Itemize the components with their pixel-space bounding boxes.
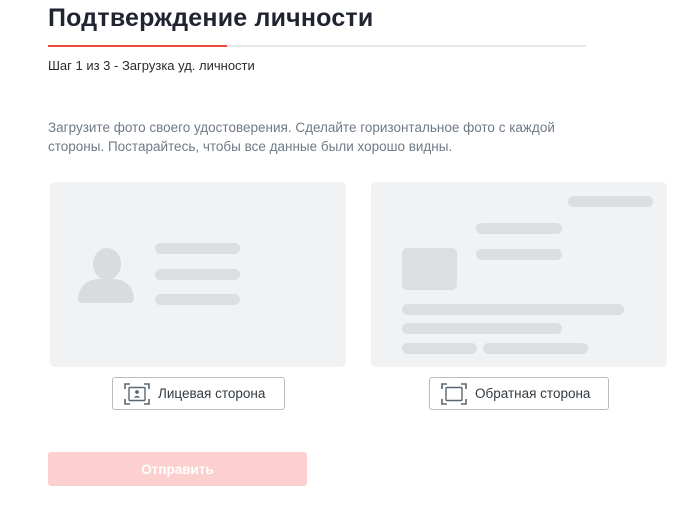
placeholder-line <box>402 323 562 334</box>
submit-button[interactable]: Отправить <box>48 452 307 486</box>
identity-verification-page: Подтверждение личности Шаг 1 из 3 - Загр… <box>0 0 675 505</box>
id-card-front-scan-icon <box>124 382 150 405</box>
back-side-button-label: Обратная сторона <box>475 386 591 401</box>
progress-bar <box>48 45 586 47</box>
placeholder-line <box>483 343 588 354</box>
placeholder-line <box>402 304 624 315</box>
step-label: Шаг 1 из 3 - Загрузка уд. личности <box>48 58 255 73</box>
placeholder-line <box>155 243 240 254</box>
back-side-placeholder <box>371 182 667 367</box>
placeholder-line <box>155 294 240 305</box>
placeholder-line <box>402 343 477 354</box>
id-card-back-scan-icon <box>441 382 467 405</box>
portrait-head-icon <box>93 248 121 280</box>
front-side-button[interactable]: Лицевая сторона <box>112 377 285 410</box>
page-title: Подтверждение личности <box>48 4 374 32</box>
front-side-placeholder <box>50 182 346 367</box>
portrait-body-icon <box>78 279 134 303</box>
front-side-button-label: Лицевая сторона <box>158 386 266 401</box>
instructions-text: Загрузите фото своего удостоверения. Сде… <box>48 120 555 154</box>
placeholder-line <box>476 223 562 234</box>
back-side-button[interactable]: Обратная сторона <box>429 377 609 410</box>
placeholder-line <box>476 249 562 260</box>
progress-bar-fill <box>48 45 228 47</box>
placeholder-photo <box>402 248 457 290</box>
placeholder-line <box>155 269 240 280</box>
placeholder-line <box>568 196 653 207</box>
